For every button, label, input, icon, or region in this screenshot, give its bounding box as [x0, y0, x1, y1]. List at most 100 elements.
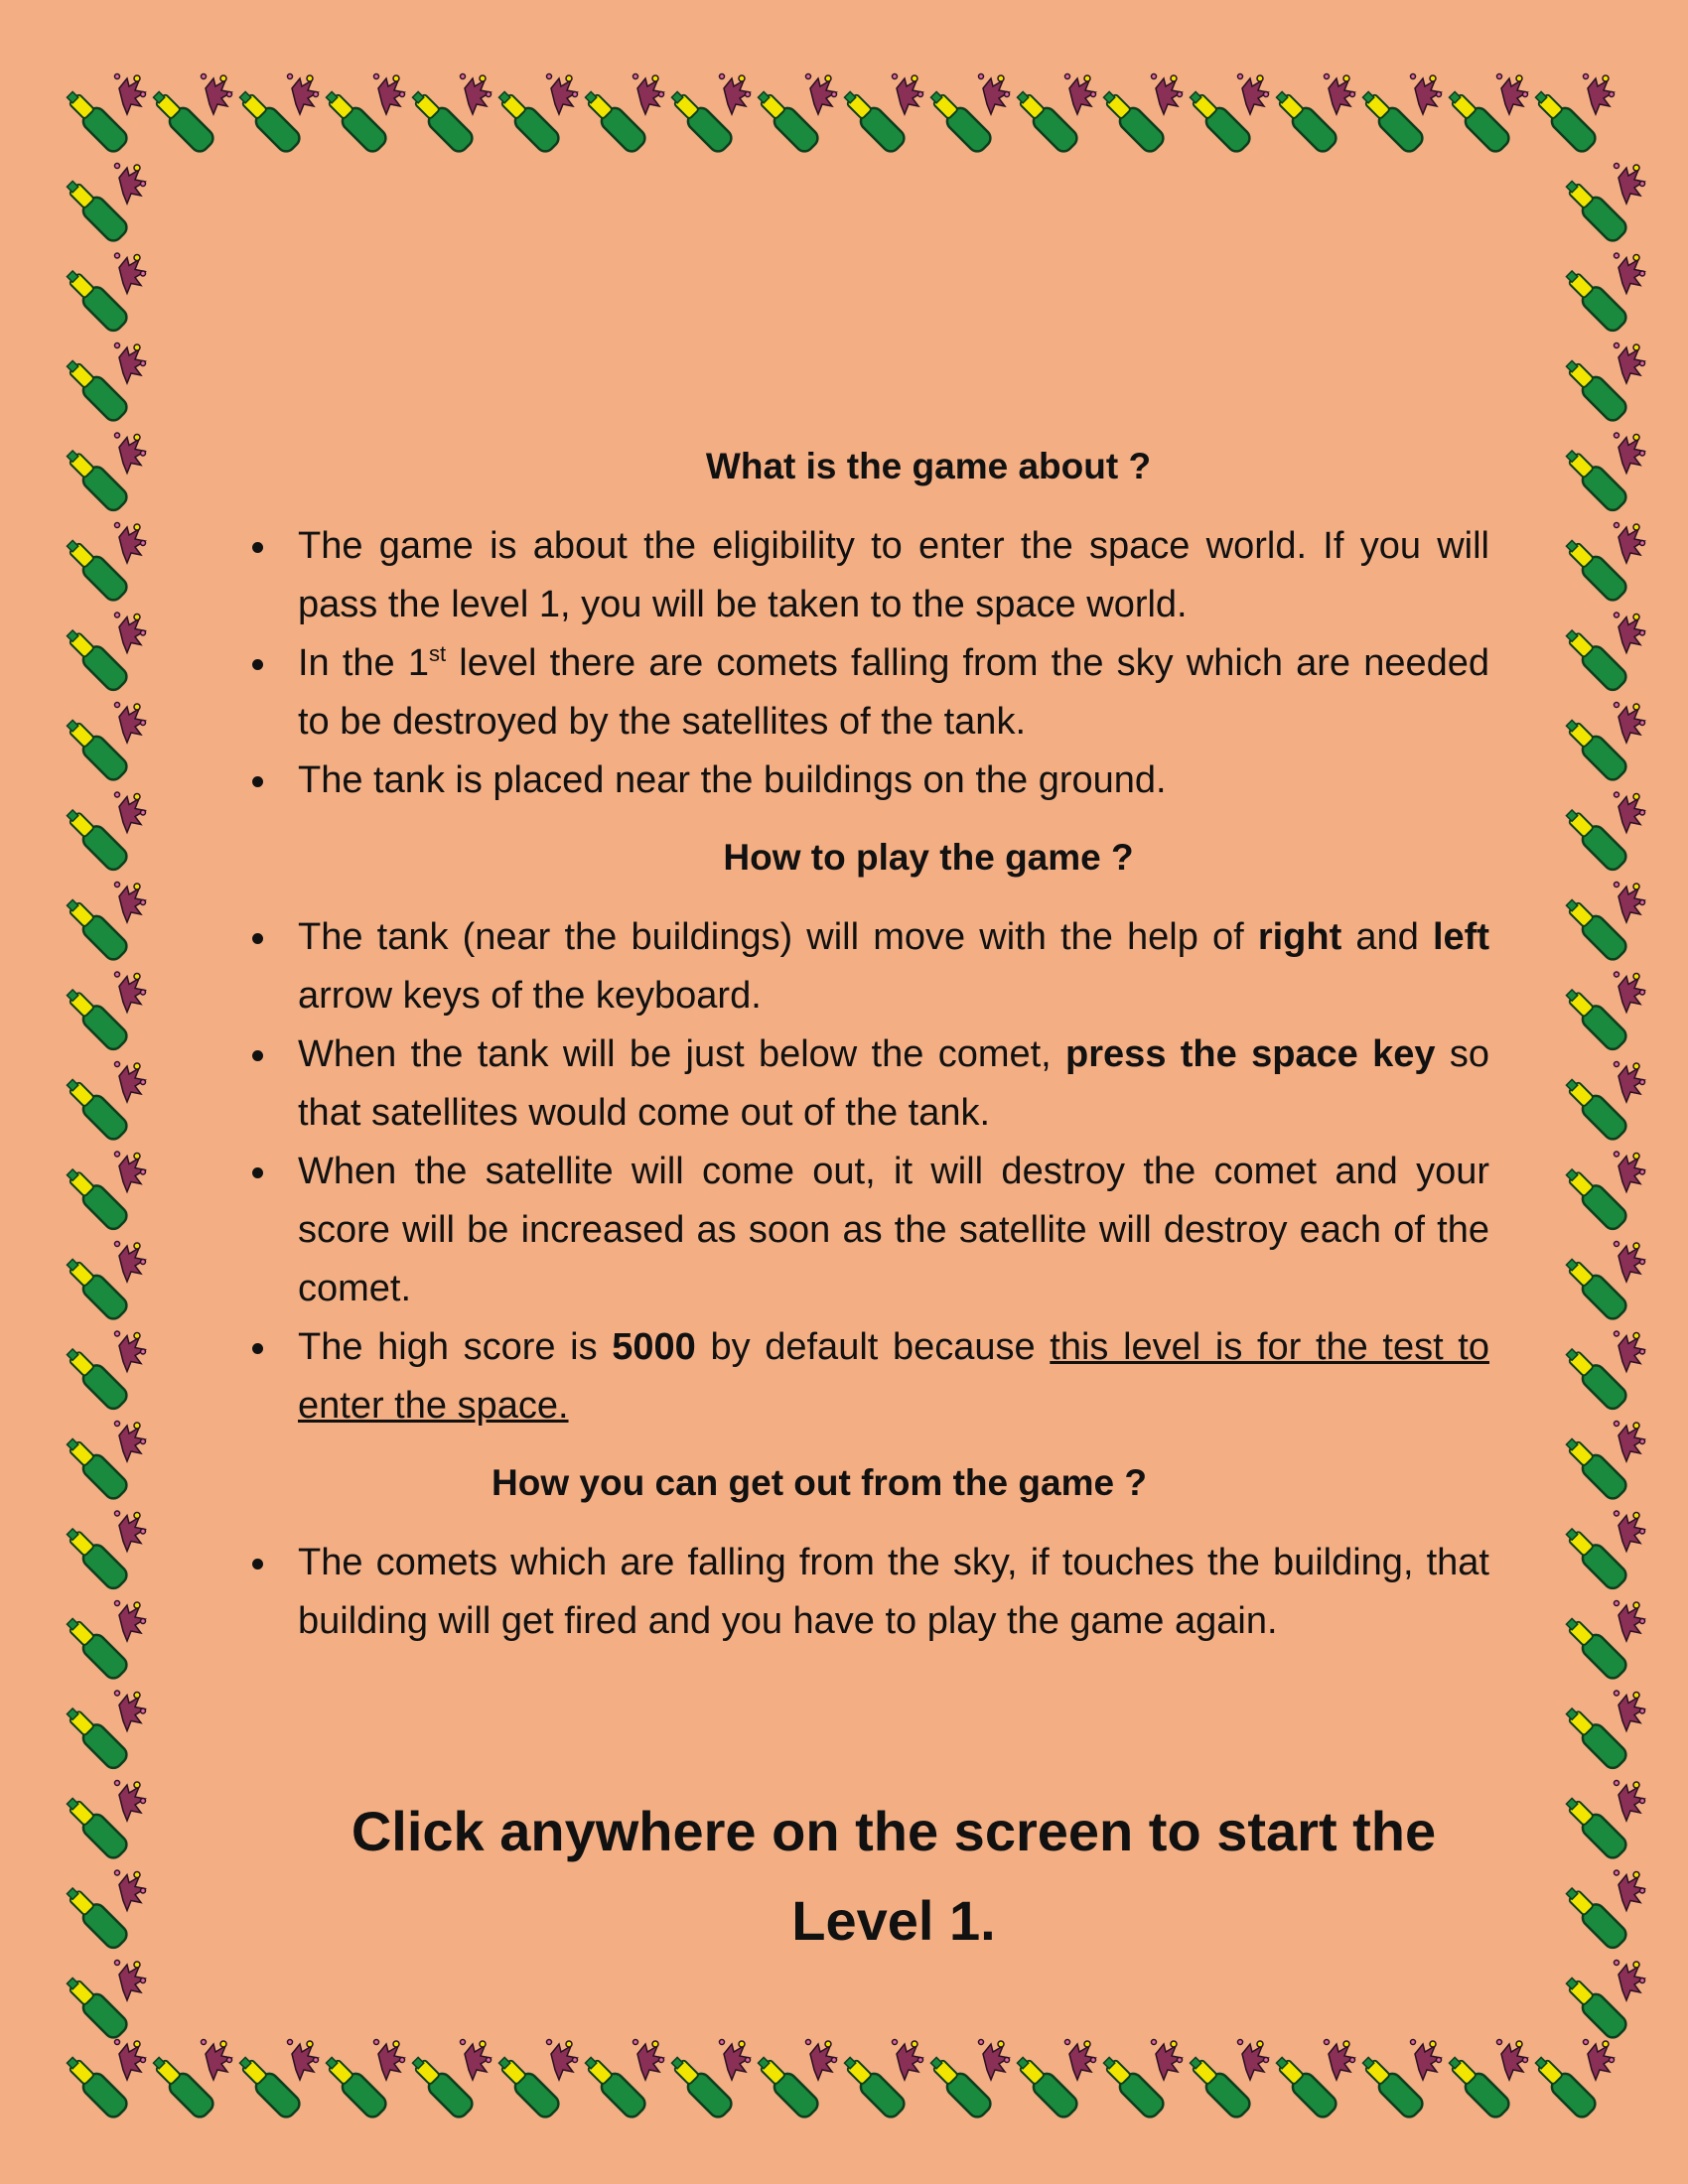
- text-run: The comets which are falling from the sk…: [298, 1542, 1489, 1642]
- champagne-bottle-icon: [751, 72, 838, 157]
- section-heading: How to play the game ?: [723, 837, 1134, 878]
- champagne-bottle-icon: [60, 1060, 147, 1145]
- bullet-item: In the 1st level there are comets fallin…: [248, 634, 1489, 751]
- text-run: left: [1432, 916, 1489, 958]
- text-run: 5000: [612, 1326, 696, 1368]
- text-run: by default because: [695, 1326, 1051, 1368]
- bullet-list: The tank (near the buildings) will move …: [248, 908, 1489, 1435]
- champagne-bottle-icon: [923, 72, 1011, 157]
- champagne-bottle-icon: [1559, 251, 1646, 336]
- champagne-bottle-icon: [60, 1150, 147, 1234]
- champagne-bottle-icon: [1355, 72, 1443, 157]
- champagne-bottle-icon: [1559, 1689, 1646, 1773]
- champagne-bottle-icon: [923, 2038, 1011, 2122]
- bullet-item: The game is about the eligibility to ent…: [248, 517, 1489, 634]
- section-how-to-play: How to play the game ? The tank (near th…: [248, 828, 1489, 1435]
- champagne-bottle-icon: [1355, 2038, 1443, 2122]
- champagne-bottle-icon: [60, 611, 147, 695]
- champagne-bottle-icon: [578, 2038, 665, 2122]
- champagne-bottle-icon: [60, 881, 147, 965]
- champagne-bottle-icon: [1559, 431, 1646, 515]
- champagne-bottle-icon: [60, 1779, 147, 1863]
- text-run: The game is about the eligibility to ent…: [298, 525, 1489, 625]
- bullet-item: The tank is placed near the buildings on…: [248, 751, 1489, 810]
- champagne-bottle-icon: [60, 162, 147, 246]
- champagne-bottle-icon: [1559, 521, 1646, 606]
- instructions: What is the game about ? The game is abo…: [248, 437, 1489, 1669]
- text-run: level there are comets falling from the …: [298, 642, 1489, 743]
- champagne-bottle-icon: [578, 72, 665, 157]
- champagne-bottle-icon: [60, 1599, 147, 1684]
- start-prompt-line: Click anywhere on the screen to start th…: [351, 1800, 1437, 1862]
- champagne-bottle-icon: [1269, 72, 1356, 157]
- champagne-bottle-icon: [60, 521, 147, 606]
- text-run: and: [1341, 916, 1433, 958]
- champagne-bottle-icon: [1559, 611, 1646, 695]
- champagne-bottle-icon: [492, 72, 579, 157]
- champagne-bottle-icon: [1559, 341, 1646, 426]
- champagne-bottle-icon: [60, 1329, 147, 1414]
- champagne-bottle-icon: [1559, 1868, 1646, 1953]
- text-run: arrow keys of the keyboard.: [298, 975, 762, 1017]
- text-run: st: [428, 641, 447, 666]
- champagne-bottle-icon: [319, 2038, 406, 2122]
- champagne-bottle-icon: [60, 970, 147, 1054]
- text-run: In the 1: [298, 642, 429, 684]
- champagne-bottle-icon: [60, 72, 147, 157]
- section-exit: How you can get out from the game ? The …: [248, 1453, 1489, 1651]
- champagne-bottle-icon: [1559, 1240, 1646, 1324]
- champagne-bottle-icon: [232, 2038, 320, 2122]
- champagne-bottle-icon: [1269, 2038, 1356, 2122]
- champagne-bottle-icon: [146, 72, 233, 157]
- champagne-bottle-icon: [664, 2038, 752, 2122]
- bullet-item: When the tank will be just below the com…: [248, 1025, 1489, 1143]
- champagne-bottle-icon: [60, 1420, 147, 1504]
- champagne-bottle-icon: [1559, 1420, 1646, 1504]
- champagne-bottle-icon: [1559, 881, 1646, 965]
- champagne-bottle-icon: [60, 1240, 147, 1324]
- text-run: The high score is: [298, 1326, 613, 1368]
- section-about: What is the game about ? The game is abo…: [248, 437, 1489, 810]
- champagne-bottle-icon: [492, 2038, 579, 2122]
- champagne-bottle-icon: [664, 72, 752, 157]
- text-run: press the space key: [1065, 1033, 1436, 1075]
- champagne-bottle-icon: [60, 2038, 147, 2122]
- bullet-list: The comets which are falling from the sk…: [248, 1534, 1489, 1651]
- champagne-bottle-icon: [1559, 1329, 1646, 1414]
- champagne-bottle-icon: [1442, 2038, 1529, 2122]
- champagne-bottle-icon: [1559, 1959, 1646, 2043]
- champagne-bottle-icon: [319, 72, 406, 157]
- section-heading: What is the game about ?: [705, 446, 1152, 486]
- champagne-bottle-icon: [1559, 1779, 1646, 1863]
- champagne-bottle-icon: [1559, 701, 1646, 785]
- text-run: right: [1257, 916, 1342, 958]
- champagne-bottle-icon: [60, 341, 147, 426]
- champagne-bottle-icon: [60, 251, 147, 336]
- champagne-bottle-icon: [1010, 72, 1097, 157]
- champagne-bottle-icon: [1528, 2038, 1616, 2122]
- champagne-bottle-icon: [1096, 2038, 1184, 2122]
- champagne-bottle-icon: [837, 2038, 924, 2122]
- text-run: When the tank will be just below the com…: [298, 1033, 1066, 1075]
- champagne-bottle-icon: [1559, 1150, 1646, 1234]
- start-prompt-line: Level 1.: [791, 1889, 996, 1952]
- champagne-bottle-icon: [837, 72, 924, 157]
- bullet-list: The game is about the eligibility to ent…: [248, 517, 1489, 810]
- champagne-bottle-icon: [1096, 72, 1184, 157]
- champagne-bottle-icon: [146, 2038, 233, 2122]
- champagne-bottle-icon: [405, 72, 492, 157]
- champagne-bottle-icon: [60, 431, 147, 515]
- champagne-bottle-icon: [1183, 2038, 1270, 2122]
- champagne-bottle-icon: [60, 1868, 147, 1953]
- champagne-bottle-icon: [1528, 72, 1616, 157]
- champagne-bottle-icon: [60, 701, 147, 785]
- start-level-prompt[interactable]: Click anywhere on the screen to start th…: [298, 1787, 1489, 1966]
- champagne-bottle-icon: [1559, 1509, 1646, 1593]
- champagne-bottle-icon: [1183, 72, 1270, 157]
- champagne-bottle-icon: [1559, 1599, 1646, 1684]
- bullet-item: The comets which are falling from the sk…: [248, 1534, 1489, 1651]
- champagne-bottle-icon: [1559, 162, 1646, 246]
- text-run: When the satellite will come out, it wil…: [298, 1151, 1489, 1309]
- section-heading: How you can get out from the game ?: [492, 1462, 1147, 1503]
- champagne-bottle-icon: [1559, 1060, 1646, 1145]
